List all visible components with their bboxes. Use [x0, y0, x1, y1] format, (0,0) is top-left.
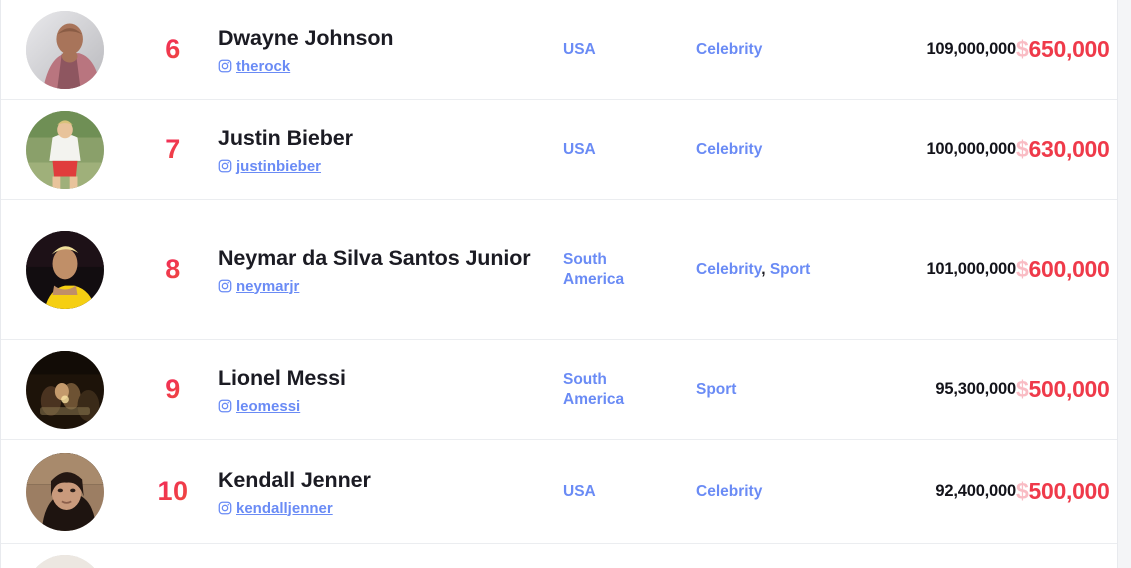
avatar-cell — [1, 350, 128, 429]
rank-cell: 10 — [128, 476, 218, 507]
category-cell: Celebrity — [696, 482, 856, 502]
rank-cell: 9 — [128, 374, 218, 405]
name-cell: Lionel Messi leomessi — [218, 363, 563, 416]
followers-count: 109,000,000 — [926, 40, 1016, 58]
person-name: Neymar da Silva Santos Junior — [218, 245, 531, 270]
influencer-ranking-table: 6 Dwayne Johnson therock USA Celebrity 109,00… — [0, 0, 1118, 568]
instagram-handle-link[interactable]: therock — [218, 57, 549, 77]
category-link[interactable]: Celebrity — [696, 41, 762, 58]
table-row-partial[interactable] — [1, 544, 1117, 568]
instagram-icon — [218, 59, 232, 73]
name-cell: Justin Bieber justinbieber — [218, 123, 563, 176]
avatar-cell — [1, 10, 128, 89]
handle-text: neymarjr — [236, 277, 300, 295]
currency-symbol: $ — [1016, 376, 1029, 402]
rank-cell: 6 — [128, 34, 218, 65]
earnings-value: 500,000 — [1028, 376, 1110, 402]
earnings-amount: $500,000 — [1016, 376, 1117, 403]
followers-count: 92,400,000 — [935, 482, 1016, 500]
avatar-cell — [1, 230, 128, 309]
category-link[interactable]: Celebrity — [696, 261, 761, 278]
category-link[interactable]: Sport — [770, 261, 810, 278]
instagram-handle-link[interactable]: leomessi — [218, 397, 549, 417]
rank-number: 9 — [165, 374, 181, 404]
rank-number: 8 — [165, 254, 181, 284]
person-name: Justin Bieber — [218, 125, 353, 150]
instagram-handle-link[interactable]: neymarjr — [218, 277, 549, 297]
region-cell: USA — [563, 40, 696, 60]
rank-number: 10 — [157, 476, 189, 506]
lionel-messi-avatar — [25, 350, 104, 429]
category-link[interactable]: Celebrity — [696, 483, 762, 500]
table-row[interactable]: 7 Justin Bieber justinbieber USA Celebrity 10… — [1, 100, 1117, 200]
next-entry-avatar — [25, 554, 104, 568]
instagram-icon — [218, 279, 232, 293]
currency-symbol: $ — [1016, 256, 1029, 282]
name-cell: Kendall Jenner kendalljenner — [218, 465, 563, 518]
rank-cell: 7 — [128, 134, 218, 165]
region-link[interactable]: South America — [563, 371, 633, 408]
category-link[interactable]: Sport — [696, 381, 736, 398]
region-cell: South America — [563, 370, 696, 410]
followers-count: 101,000,000 — [926, 260, 1016, 278]
category-cell: Sport — [696, 380, 856, 400]
handle-text: kendalljenner — [236, 499, 333, 517]
followers-count: 100,000,000 — [926, 140, 1016, 158]
rank-cell: 8 — [128, 254, 218, 285]
earnings-amount: $500,000 — [1016, 478, 1117, 505]
name-cell: Neymar da Silva Santos Junior neymarjr — [218, 243, 563, 296]
instagram-icon — [218, 399, 232, 413]
kendall-jenner-avatar — [25, 452, 104, 531]
currency-symbol: $ — [1016, 36, 1029, 62]
name-cell: Dwayne Johnson therock — [218, 23, 563, 76]
region-cell: USA — [563, 482, 696, 502]
table-row[interactable]: 6 Dwayne Johnson therock USA Celebrity 109,00… — [1, 0, 1117, 100]
category-cell: Celebrity — [696, 40, 856, 60]
earnings-value: 500,000 — [1028, 478, 1110, 504]
instagram-icon — [218, 501, 232, 515]
earnings-value: 600,000 — [1028, 256, 1110, 282]
table-row[interactable]: 9 Lionel Messi leomessi South America Sport 9… — [1, 340, 1117, 440]
region-cell: USA — [563, 140, 696, 160]
table-row[interactable]: 8 Neymar da Silva Santos Junior neymarjr So… — [1, 200, 1117, 340]
category-separator: , — [761, 260, 770, 278]
earnings-amount: $630,000 — [1016, 136, 1117, 163]
instagram-icon — [218, 159, 232, 173]
person-name: Lionel Messi — [218, 365, 346, 390]
rank-number: 6 — [165, 34, 181, 64]
earnings-amount: $650,000 — [1016, 36, 1117, 63]
category-cell: Celebrity, Sport — [696, 260, 856, 280]
currency-symbol: $ — [1016, 136, 1029, 162]
earnings-amount: $600,000 — [1016, 256, 1117, 283]
neymar-avatar — [25, 230, 104, 309]
region-link[interactable]: USA — [563, 483, 596, 500]
person-name: Kendall Jenner — [218, 467, 371, 492]
category-link[interactable]: Celebrity — [696, 141, 762, 158]
handle-text: justinbieber — [236, 157, 322, 175]
avatar-cell — [1, 554, 128, 568]
currency-symbol: $ — [1016, 478, 1029, 504]
earnings-value: 650,000 — [1028, 36, 1110, 62]
instagram-handle-link[interactable]: kendalljenner — [218, 499, 549, 519]
avatar-cell — [1, 110, 128, 189]
avatar-cell — [1, 452, 128, 531]
instagram-handle-link[interactable]: justinbieber — [218, 157, 549, 177]
dwayne-johnson-avatar — [25, 10, 104, 89]
table-row[interactable]: 10 Kendall Jenner kendalljenner USA Celebrit… — [1, 440, 1117, 544]
rank-number: 7 — [165, 134, 181, 164]
category-cell: Celebrity — [696, 140, 856, 160]
justin-bieber-avatar — [25, 110, 104, 189]
region-link[interactable]: USA — [563, 41, 596, 58]
region-cell: South America — [563, 250, 696, 290]
person-name: Dwayne Johnson — [218, 25, 394, 50]
followers-count: 95,300,000 — [935, 380, 1016, 398]
handle-text: therock — [236, 57, 291, 75]
region-link[interactable]: USA — [563, 141, 596, 158]
region-link[interactable]: South America — [563, 251, 633, 288]
earnings-value: 630,000 — [1028, 136, 1110, 162]
handle-text: leomessi — [236, 397, 301, 415]
